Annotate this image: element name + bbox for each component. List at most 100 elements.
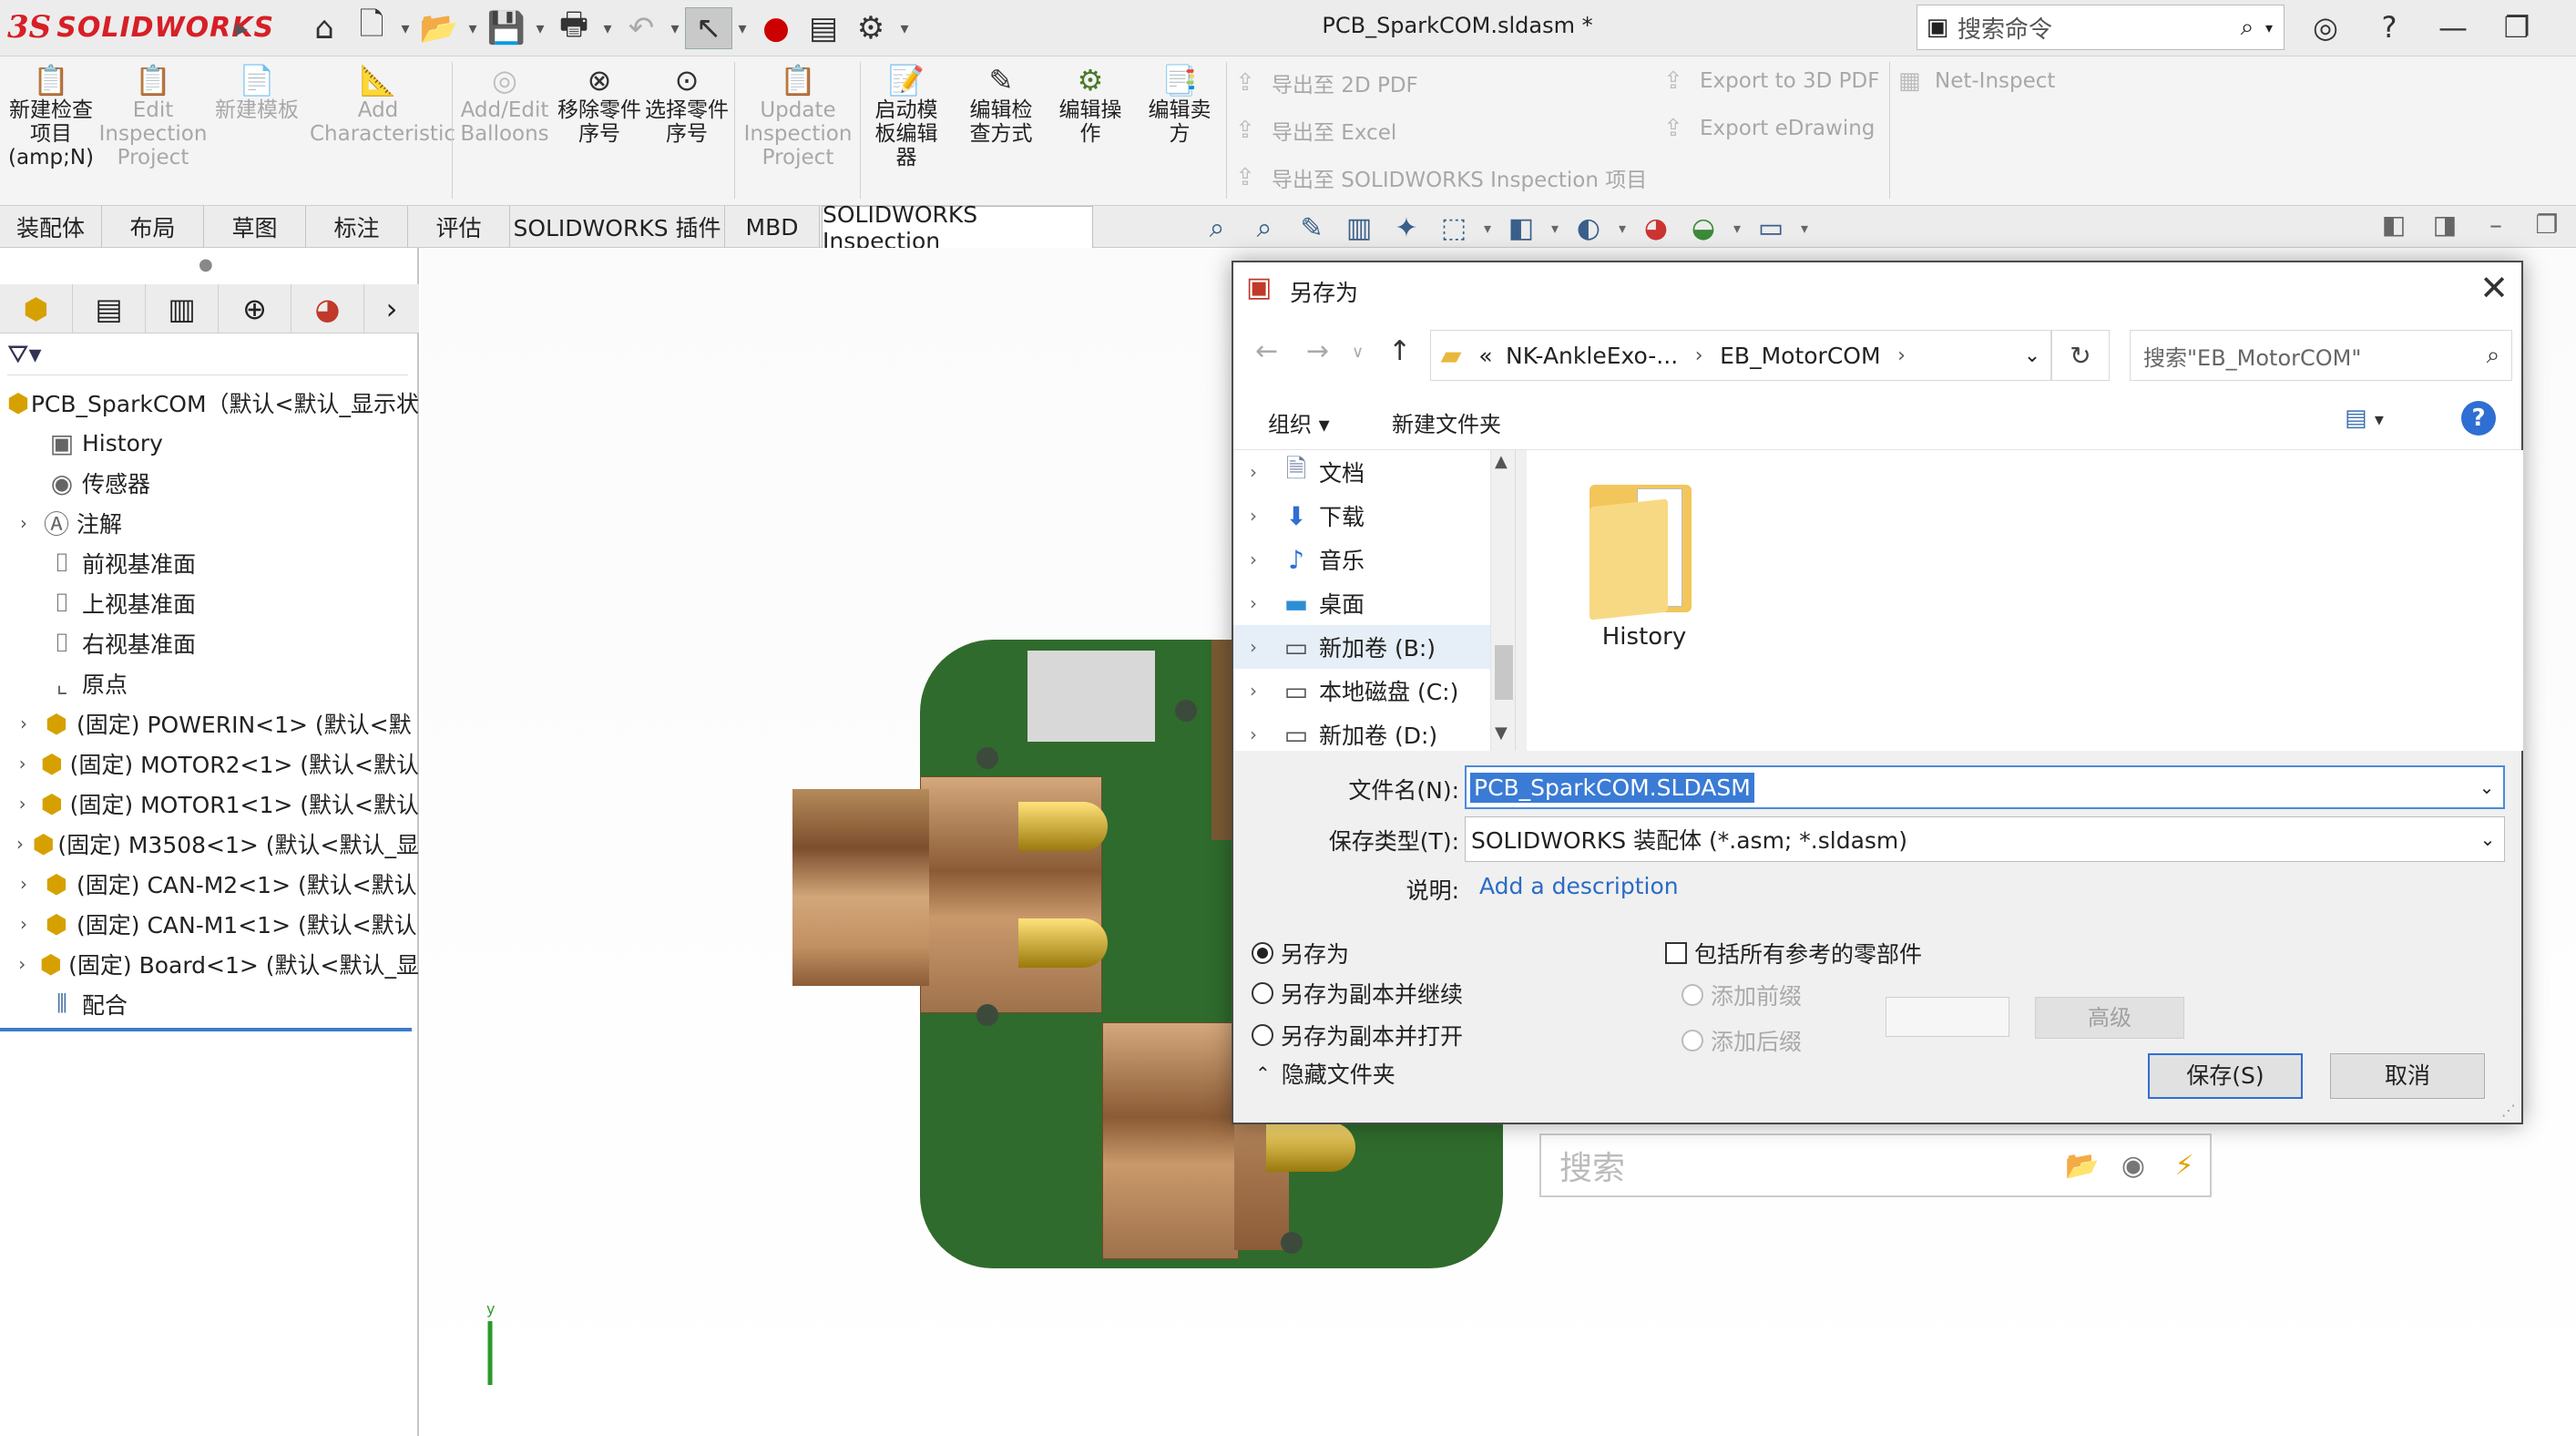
new-inspection-project-button[interactable]: 📋 新建检查项目 (amp;N) <box>7 62 95 169</box>
resize-grip-icon[interactable]: ⋰ <box>2501 1102 2516 1119</box>
path-segment[interactable]: NK-AnkleExo-... <box>1500 343 1683 369</box>
edit-appearance-icon[interactable]: ◕ <box>1632 212 1680 244</box>
tree-item-board[interactable]: › ⬢ (固定) Board<1> (默认<默认_显 <box>0 944 419 984</box>
options-gear-icon[interactable]: ⚙ <box>847 7 894 49</box>
tab-markup[interactable]: 标注 <box>306 206 408 248</box>
tree-item-front-plane[interactable]: ⌷ 前视基准面 <box>0 543 419 583</box>
expand-icon[interactable]: › <box>1233 549 1273 570</box>
view-orientation-dropdown-icon[interactable]: ▾ <box>1477 220 1498 237</box>
tree-item-history[interactable]: ▣ History <box>0 423 419 463</box>
expand-icon[interactable]: › <box>11 953 34 975</box>
new-template-button[interactable]: 📄 新建模板 <box>213 62 301 122</box>
print-dropdown-icon[interactable]: ▾ <box>598 19 618 38</box>
chevron-down-icon[interactable]: ⌄ <box>2471 828 2504 850</box>
new-document-icon[interactable]: 🗋 <box>348 6 395 49</box>
feature-manager-tab-icon[interactable]: ⬢ <box>0 284 73 333</box>
scroll-thumb[interactable] <box>1495 645 1513 700</box>
menu-expand-arrow-icon[interactable]: ▸ <box>235 13 248 43</box>
search-icon[interactable]: ⌕ <box>2229 14 2265 42</box>
expand-icon[interactable]: › <box>1233 592 1273 614</box>
edit-operations-button[interactable]: ⚙ 编辑操作 <box>1049 62 1131 146</box>
expand-icon[interactable]: › <box>11 833 29 855</box>
help-icon[interactable]: ? <box>2357 5 2421 49</box>
expand-icon[interactable]: › <box>11 713 36 734</box>
launch-template-editor-button[interactable]: 📝 启动模板编辑器 <box>865 62 947 169</box>
add-prefix-radio[interactable]: 添加前缀 <box>1682 979 1802 1011</box>
expand-icon[interactable]: › <box>1233 636 1273 658</box>
scene-dropdown-icon[interactable]: ▾ <box>1727 220 1747 237</box>
panel-right-icon[interactable]: ◨ <box>2419 210 2470 240</box>
tab-solidworks-addins[interactable]: SOLIDWORKS 插件 <box>510 206 725 248</box>
configuration-manager-tab-icon[interactable]: ▥ <box>146 284 219 333</box>
search-icon[interactable]: ⌕ <box>2475 342 2511 370</box>
nav-item-documents[interactable]: › 🗎 文档 <box>1233 450 1515 494</box>
organize-menu[interactable]: 组织 ▾ <box>1268 406 1330 438</box>
minimize-icon[interactable]: — <box>2421 5 2485 49</box>
panel-resize-handle[interactable]: ● <box>199 255 213 274</box>
save-icon[interactable]: 💾 <box>483 7 530 49</box>
viewport-restore-icon[interactable]: ❐ <box>2521 210 2572 240</box>
tree-item-can-m2[interactable]: › ⬢ (固定) CAN-M2<1> (默认<默认 <box>0 864 419 904</box>
view-settings-icon[interactable]: ▭ <box>1747 212 1794 244</box>
tree-item-motor1[interactable]: › ⬢ (固定) MOTOR1<1> (默认<默认 <box>0 784 419 824</box>
nav-item-drive-d[interactable]: › ▭ 新加卷 (D:) <box>1233 713 1515 751</box>
nav-item-music[interactable]: › ♪ 音乐 <box>1233 538 1515 581</box>
hide-show-items-icon[interactable]: ◐ <box>1565 212 1612 244</box>
export-inspection-project-button[interactable]: ⇪ 导出至 SOLIDWORKS Inspection 项目 <box>1235 162 1647 193</box>
property-manager-tab-icon[interactable]: ▤ <box>73 284 146 333</box>
chevron-right-icon[interactable]: › <box>1886 344 1917 367</box>
expand-icon[interactable]: › <box>1233 505 1273 527</box>
nav-pane-scrollbar[interactable]: ▲ ▼ <box>1490 450 1515 751</box>
tree-item-can-m1[interactable]: › ⬢ (固定) CAN-M1<1> (默认<默认 <box>0 904 419 944</box>
tab-evaluate[interactable]: 评估 <box>408 206 510 248</box>
nav-item-downloads[interactable]: › ⬇ 下载 <box>1233 494 1515 538</box>
user-account-icon[interactable]: ◎ <box>2294 5 2357 49</box>
tree-item-annotations[interactable]: › Ⓐ 注解 <box>0 503 419 543</box>
preview-icon[interactable]: ◉ <box>2108 1150 2159 1182</box>
cancel-button[interactable]: 取消 <box>2330 1053 2485 1099</box>
advanced-button[interactable]: 高级 <box>2035 997 2184 1039</box>
tree-item-m3508[interactable]: › ⬢ (固定) M3508<1> (默认<默认_显 <box>0 824 419 864</box>
path-segment[interactable]: EB_MotorCOM <box>1714 343 1886 369</box>
hide-folders-toggle[interactable]: ⌃ 隐藏文件夹 <box>1255 1057 1395 1090</box>
tree-filter[interactable]: ⛛▾ <box>7 339 408 375</box>
export-edrawing-button[interactable]: ⇪ Export eDrawing <box>1663 115 1875 142</box>
filetype-select[interactable]: SOLIDWORKS 装配体 (*.asm; *.sldasm) ⌄ <box>1465 816 2505 862</box>
recent-locations-icon[interactable]: ∨ <box>1352 343 1364 362</box>
save-copy-continue-radio[interactable]: 另存为副本并继续 <box>1252 977 1463 1010</box>
edit-vendors-button[interactable]: 📑 编辑卖方 <box>1139 62 1221 146</box>
update-inspection-project-button[interactable]: 📋 Update Inspection Project <box>740 62 856 169</box>
previous-view-icon[interactable]: ✎ <box>1288 212 1335 244</box>
new-dropdown-icon[interactable]: ▾ <box>395 19 415 38</box>
tree-item-powerin[interactable]: › ⬢ (固定) POWERIN<1> (默认<默 <box>0 703 419 744</box>
expand-icon[interactable]: › <box>11 793 34 815</box>
back-arrow-icon[interactable]: ← <box>1255 335 1278 367</box>
tab-layout[interactable]: 布局 <box>102 206 204 248</box>
more-tabs-chevron-icon[interactable]: › <box>364 284 419 333</box>
chevron-down-icon[interactable]: ⌄ <box>2470 776 2503 798</box>
net-inspect-button[interactable]: ▦ Net-Inspect <box>1898 67 2055 95</box>
forward-arrow-icon[interactable]: → <box>1306 335 1329 367</box>
view-mode-icon[interactable]: ▤ ▾ <box>2345 405 2384 432</box>
up-arrow-icon[interactable]: ↑ <box>1388 335 1411 367</box>
add-characteristic-button[interactable]: 📐 Add Characteristic <box>310 62 455 146</box>
panel-left-icon[interactable]: ◧ <box>2368 210 2419 240</box>
expand-icon[interactable]: › <box>1233 461 1273 483</box>
add-edit-balloons-button[interactable]: ◎ Add/Edit Balloons <box>457 62 552 146</box>
add-suffix-radio[interactable]: 添加后缀 <box>1682 1024 1802 1057</box>
tree-item-origin[interactable]: ⌞ 原点 <box>0 663 419 703</box>
lightning-icon[interactable]: ⚡ <box>2159 1150 2210 1182</box>
zoom-to-fit-icon[interactable]: ⌕ <box>1193 212 1241 244</box>
export-excel-button[interactable]: ⇪ 导出至 Excel <box>1235 115 1396 146</box>
print-icon[interactable]: 🖶 <box>550 6 598 49</box>
save-copy-open-radio[interactable]: 另存为副本并打开 <box>1252 1019 1463 1051</box>
command-search-box[interactable]: ▣ 搜索命令 ⌕ ▾ <box>1917 5 2285 50</box>
options-dropdown-icon[interactable]: ▾ <box>894 19 915 38</box>
hide-show-dropdown-icon[interactable]: ▾ <box>1612 220 1632 237</box>
folder-history[interactable]: History <box>1576 470 1712 651</box>
nav-item-desktop[interactable]: › ▬ 桌面 <box>1233 581 1515 625</box>
scroll-up-icon[interactable]: ▲ <box>1495 452 1508 471</box>
tree-item-right-plane[interactable]: ⌷ 右视基准面 <box>0 623 419 663</box>
filename-input[interactable]: PCB_SparkCOM.SLDASM ⌄ <box>1465 765 2505 809</box>
section-view-icon[interactable]: ▥ <box>1335 212 1383 244</box>
